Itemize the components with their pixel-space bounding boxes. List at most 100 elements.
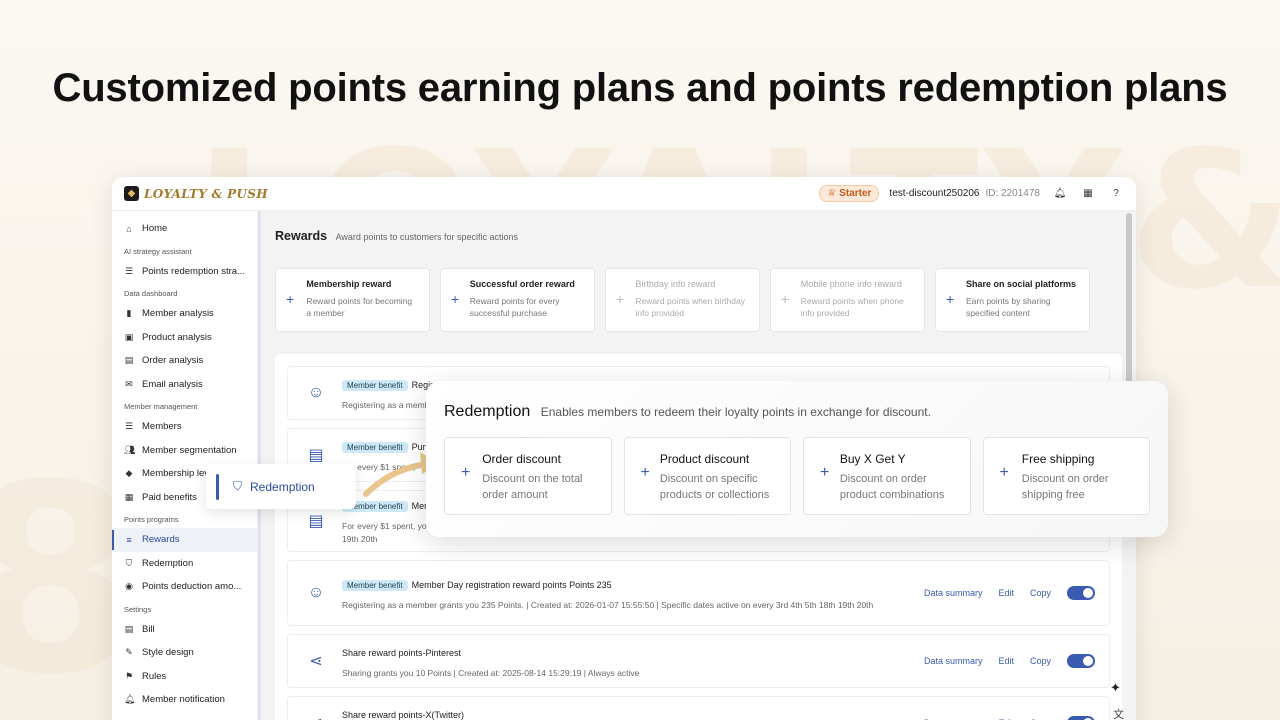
reward-type-card[interactable]: + Mobile phone info reward Reward points w…	[770, 268, 925, 332]
sidebar-item-rewards[interactable]: ≡ Rewards	[112, 528, 257, 552]
active-indicator	[216, 473, 219, 500]
logo-icon: ◆	[124, 186, 139, 201]
reward-card-desc: Reward points when phone info provided	[800, 296, 904, 318]
redemption-option-desc: Discount on order shipping free	[1021, 473, 1109, 501]
active-toggle[interactable]	[1067, 716, 1095, 720]
help-icon[interactable]: ?	[1108, 186, 1124, 202]
edit-link[interactable]: Edit	[998, 656, 1014, 666]
reward-row-desc: Sharing grants you 10 Points | Created a…	[342, 667, 640, 678]
sidebar-item-home[interactable]: ⌂ Home	[112, 217, 257, 241]
sidebar-item-label: Points deduction amo...	[142, 581, 242, 593]
member-benefit-badge: Member benefit	[342, 379, 408, 391]
redeem-icon: ⛉	[233, 479, 243, 493]
sidebar-item-product-analysis[interactable]: ▣ Product analysis	[112, 326, 257, 350]
reward-card-title: Successful order reward	[469, 279, 575, 289]
copy-link[interactable]: Copy	[1030, 656, 1051, 666]
page-title: Rewards	[275, 229, 328, 243]
share-icon: ⋖	[309, 653, 323, 670]
active-toggle[interactable]	[1067, 654, 1095, 668]
sidebar-item-order-analysis[interactable]: ▤ Order analysis	[112, 349, 257, 373]
receipt-icon: ▤	[308, 447, 324, 464]
reward-type-card[interactable]: + Birthday info reward Reward points when …	[605, 268, 760, 332]
redemption-option-card[interactable]: + Order discount Discount on the total ord…	[444, 437, 612, 515]
reward-type-card[interactable]: + Successful order reward Reward points fo…	[440, 268, 595, 332]
sidebar-item-label: Product analysis	[142, 331, 212, 343]
sidebar-item-member-analysis[interactable]: ▮ Member analysis	[112, 302, 257, 326]
plus-icon: +	[946, 291, 955, 307]
notification-bell-icon[interactable]: 🔔︎	[1052, 186, 1068, 202]
redemption-option-card[interactable]: + Free shipping Discount on order shipping…	[982, 437, 1150, 515]
reward-type-card[interactable]: + Membership reward Reward points for beco…	[275, 268, 430, 332]
users-icon: 👥︎	[124, 444, 136, 455]
sidebar-item-member-segmentation[interactable]: 👥︎ Member segmentation	[112, 439, 257, 463]
sidebar-item-style-design[interactable]: ✎ Style design	[112, 641, 257, 665]
sidebar-section-label: Settings	[124, 604, 152, 614]
sidebar-item-label: Member notification	[142, 694, 225, 706]
plus-icon: +	[820, 464, 830, 481]
strategy-icon: ☰	[124, 265, 134, 276]
reward-card-desc: Reward points for every successful purch…	[469, 296, 560, 318]
sidebar-section-label: AI strategy assistant	[124, 246, 192, 256]
sidebar-item-label: Redemption	[142, 557, 194, 569]
edit-link[interactable]: Edit	[998, 588, 1014, 598]
data-summary-link[interactable]: Data summary	[924, 588, 983, 598]
shop-name: test-discount250206	[889, 188, 980, 199]
user-gift-icon: ☺	[307, 384, 325, 401]
reward-row-desc: Registering as a member grants you 235 P…	[342, 599, 874, 610]
translate-icon[interactable]: 文	[1113, 706, 1124, 720]
page-headline: Customized points earning plans and poin…	[52, 66, 1228, 110]
bill-icon: ▤	[124, 623, 134, 634]
sidebar-item-points-redemption-stra[interactable]: ☰ Points redemption stra...	[112, 260, 257, 284]
clipboard-icon: ▤	[124, 355, 134, 366]
sidebar-item-redemption[interactable]: ⛉ Redemption	[112, 552, 257, 576]
sidebar-item-label: Points redemption stra...	[142, 265, 245, 277]
plus-icon: +	[286, 291, 295, 307]
redemption-menu-callout[interactable]: ⛉ Redemption	[206, 464, 356, 509]
redemption-option-title: Buy X Get Y	[839, 452, 906, 466]
redemption-option-title: Order discount	[482, 452, 561, 466]
sidebar-item-email-analysis[interactable]: ✉ Email analysis	[112, 373, 257, 397]
sidebar-item-label: Rules	[142, 670, 167, 682]
reward-card-title: Share on social platforms	[966, 279, 1077, 289]
redemption-option-card[interactable]: + Buy X Get Y Discount on order product co…	[803, 437, 971, 515]
sidebar-item-rules[interactable]: ⚑ Rules	[112, 665, 257, 689]
data-summary-link[interactable]: Data summary	[924, 656, 983, 666]
plus-icon: +	[461, 464, 471, 481]
store-icon[interactable]: ▦	[1080, 186, 1096, 202]
reward-row-title: Share reward points-X(Twitter)	[342, 709, 465, 720]
ai-sparkle-icon[interactable]: ✦	[1110, 680, 1130, 700]
sidebar-section-label: Data dashboard	[124, 289, 178, 298]
sidebar-section-label: Member management	[124, 402, 198, 411]
bar-chart-icon: ▮	[126, 308, 132, 319]
reward-row: ⋖Share reward points-X(Twitter)Sharing g…	[287, 696, 1110, 720]
brush-icon: ✎	[125, 647, 133, 658]
reward-type-card[interactable]: + Share on social platforms Earn points by…	[935, 268, 1090, 332]
redemption-option-desc: Discount on specific products or collect…	[659, 473, 770, 501]
active-toggle[interactable]	[1067, 586, 1095, 600]
redemption-subtitle: Enables members to redeem their loyalty …	[540, 405, 931, 419]
plus-icon: +	[451, 291, 460, 307]
share-icon: ⋖	[298, 713, 334, 720]
sidebar-item-label: Home	[142, 223, 168, 235]
reward-card-desc: Reward points for becoming a member	[306, 296, 413, 318]
sidebar-item-bill[interactable]: ▤ Bill	[112, 618, 257, 642]
reward-card-title: Membership reward	[306, 279, 392, 289]
reward-cards: + Membership reward Reward points for beco…	[275, 268, 1122, 332]
member-benefit-badge: Member benefit	[342, 579, 408, 591]
gift-icon: ▦	[124, 491, 134, 502]
reward-row-title: Share reward points-Pinterest	[342, 647, 462, 658]
plan-badge[interactable]: ♕ Starter	[819, 185, 880, 202]
shop-id: ID: 2201478	[985, 188, 1041, 199]
redemption-option-desc: Discount on the total order amount	[482, 473, 583, 501]
sidebar-item-points-deduction-amo[interactable]: ◉ Points deduction amo...	[112, 575, 257, 599]
redemption-option-card[interactable]: + Product discount Discount on specific pr…	[623, 437, 791, 515]
redemption-options: + Order discount Discount on the total ord…	[444, 437, 1150, 515]
plus-icon: +	[999, 464, 1009, 481]
sidebar-item-members[interactable]: ☰ Members	[112, 415, 257, 439]
crown-icon: ♕	[827, 188, 837, 199]
sidebar-item-member-notification[interactable]: 🔔︎ Member notification	[112, 688, 257, 712]
page-subtitle: Award points to customers for specific a…	[335, 232, 518, 242]
copy-link[interactable]: Copy	[1030, 588, 1051, 598]
stack-icon: ≡	[126, 534, 132, 545]
sidebar-item-label: Paid benefits	[142, 491, 197, 503]
